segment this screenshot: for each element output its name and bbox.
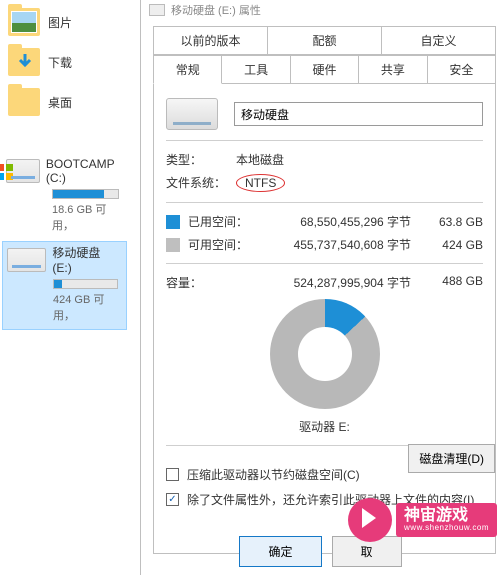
capacity-bytes: 524,287,995,904 字节 <box>250 274 423 291</box>
sidebar-item-pictures[interactable]: 图片 <box>2 4 127 40</box>
tab-quota[interactable]: 配额 <box>268 26 382 55</box>
drive-name-input[interactable] <box>234 102 483 126</box>
sidebar-item-downloads[interactable]: 下载 <box>2 44 127 80</box>
sidebar-drive-e[interactable]: 移动硬盘 (E:) 424 GB 可用， <box>2 241 127 330</box>
type-label: 类型： <box>166 151 236 168</box>
index-checkbox[interactable]: ✓ <box>166 493 179 506</box>
used-bytes: 68,550,455,296 字节 <box>250 213 423 230</box>
divider <box>166 202 483 203</box>
explorer-sidebar: 图片 下载 桌面 BOOTCAMP (C:) 18.6 GB 可用， 移动硬盘 … <box>0 0 130 575</box>
watermark-logo-icon <box>348 498 392 542</box>
tab-previous-versions[interactable]: 以前的版本 <box>153 26 268 55</box>
drive-label: 移动硬盘 (E:) <box>52 244 122 275</box>
drive-icon <box>149 4 165 16</box>
filesystem-label: 文件系统： <box>166 174 236 192</box>
tab-hardware[interactable]: 硬件 <box>291 55 359 84</box>
drive-large-icon <box>166 98 218 130</box>
tab-tools[interactable]: 工具 <box>222 55 290 84</box>
general-tab-body: 类型： 本地磁盘 文件系统： NTFS 已用空间： 68,550,455,296… <box>153 84 496 554</box>
watermark-brand: 神宙游戏 <box>404 507 489 525</box>
disk-cleanup-button[interactable]: 磁盘清理(D) <box>408 444 495 473</box>
sidebar-drive-c[interactable]: BOOTCAMP (C:) 18.6 GB 可用， <box>2 155 127 239</box>
free-label: 可用空间： <box>188 236 250 253</box>
drive-usage-bar <box>52 189 119 199</box>
tab-row-upper: 以前的版本 配额 自定义 <box>153 26 496 55</box>
sidebar-item-desktop[interactable]: 桌面 <box>2 84 127 120</box>
compress-checkbox[interactable] <box>166 468 179 481</box>
drive-letter-label: 驱动器 E: <box>166 418 483 435</box>
downloads-folder-icon <box>8 48 40 76</box>
desktop-folder-icon <box>8 88 40 116</box>
tab-security[interactable]: 安全 <box>428 55 496 84</box>
free-swatch-icon <box>166 238 180 252</box>
drive-sub-label: 18.6 GB 可用， <box>52 201 123 233</box>
drive-sub-label: 424 GB 可用， <box>53 291 122 323</box>
used-label: 已用空间： <box>188 213 250 230</box>
used-swatch-icon <box>166 215 180 229</box>
ok-button[interactable]: 确定 <box>239 536 321 567</box>
drive-usage-bar <box>53 279 118 289</box>
compress-label: 压缩此驱动器以节约磁盘空间(C) <box>187 466 360 483</box>
properties-dialog: 移动硬盘 (E:) 属性 以前的版本 配额 自定义 常规 工具 硬件 共享 安全… <box>140 0 500 575</box>
pictures-folder-icon <box>8 8 40 36</box>
capacity-human: 488 GB <box>423 274 483 291</box>
tab-sharing[interactable]: 共享 <box>359 55 427 84</box>
drive-label: BOOTCAMP (C:) <box>46 157 123 185</box>
drive-icon <box>6 159 40 183</box>
tab-customize[interactable]: 自定义 <box>382 26 496 55</box>
type-value: 本地磁盘 <box>236 151 284 168</box>
watermark-url: www.shenzhouw.com <box>404 524 489 533</box>
sidebar-item-label: 桌面 <box>48 94 72 111</box>
sidebar-item-label: 下载 <box>48 54 72 71</box>
divider <box>166 140 483 141</box>
usage-pie-chart <box>270 299 380 409</box>
sidebar-item-label: 图片 <box>48 14 72 31</box>
dialog-title: 移动硬盘 (E:) 属性 <box>171 2 261 18</box>
divider <box>166 263 483 264</box>
filesystem-value: NTFS <box>236 174 285 192</box>
dialog-title-row: 移动硬盘 (E:) 属性 <box>141 0 500 20</box>
used-human: 63.8 GB <box>423 215 483 229</box>
tab-row-lower: 常规 工具 硬件 共享 安全 <box>153 55 496 84</box>
tab-general[interactable]: 常规 <box>153 55 222 84</box>
capacity-label: 容量： <box>166 274 250 291</box>
drive-icon <box>7 248 46 272</box>
free-bytes: 455,737,540,608 字节 <box>250 236 423 253</box>
watermark: 神宙游戏 www.shenzhouw.com <box>348 498 497 542</box>
free-human: 424 GB <box>423 238 483 252</box>
